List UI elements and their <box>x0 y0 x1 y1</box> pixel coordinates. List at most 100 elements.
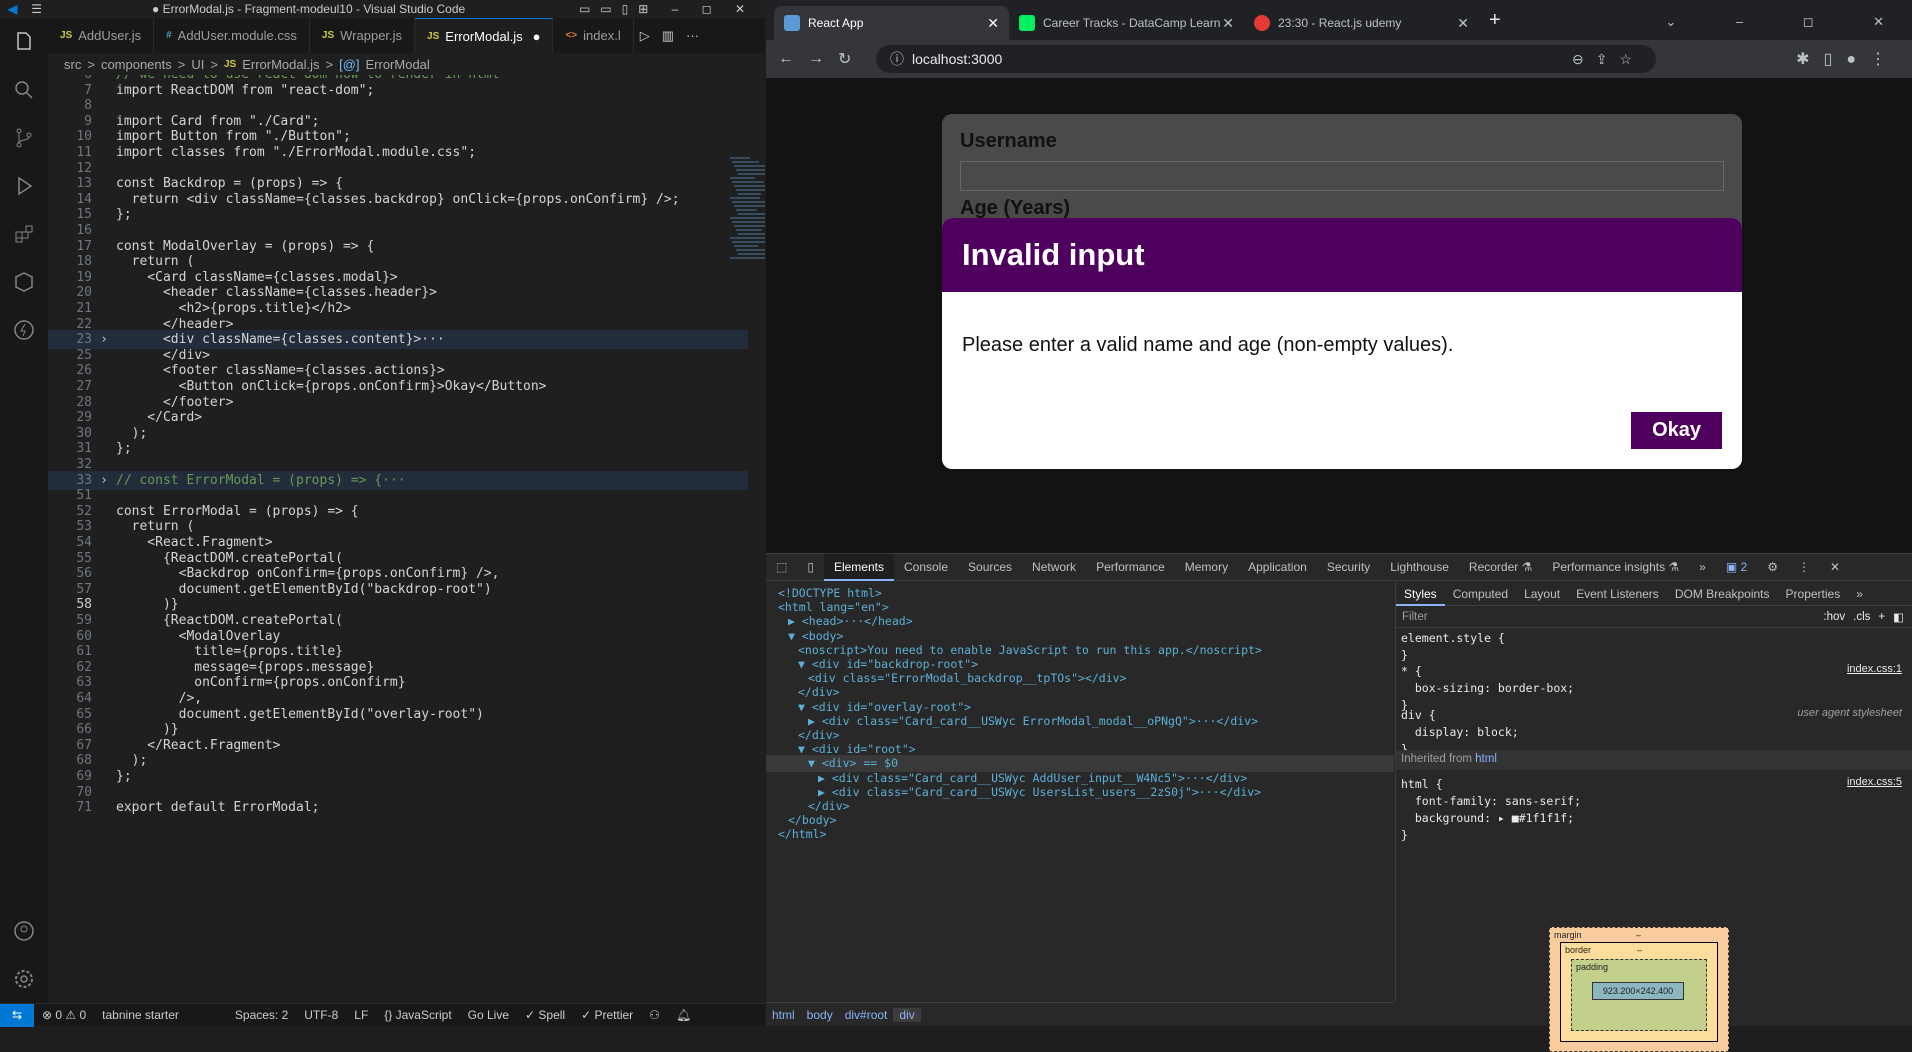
breadcrumb-item[interactable]: ErrorModal.js <box>242 57 319 72</box>
settings-gear-icon[interactable] <box>0 955 48 1003</box>
encoding-status[interactable]: UTF-8 <box>296 1008 346 1022</box>
crumb-item[interactable]: div#root <box>839 1008 894 1022</box>
notifications-bell-icon[interactable]: 🔔︎ <box>668 1008 699 1022</box>
minimap[interactable] <box>728 157 765 267</box>
tab-styles[interactable]: Styles <box>1396 582 1445 606</box>
thunder-client-icon[interactable] <box>0 306 48 354</box>
crumb-item[interactable]: body <box>801 1008 839 1022</box>
tab-recorder[interactable]: Recorder ⚗ <box>1459 560 1542 574</box>
code-line[interactable]: 71 export default ErrorModal; <box>48 798 748 817</box>
go-live-button[interactable]: Go Live <box>460 1008 517 1022</box>
tab-lighthouse[interactable]: Lighthouse <box>1380 560 1459 574</box>
browser-tab-react-app[interactable]: React App ✕ <box>774 6 1009 40</box>
breadcrumb-item[interactable]: UI <box>191 57 204 72</box>
remote-indicator-icon[interactable]: ⇆ <box>0 1003 34 1027</box>
tabnine-status[interactable]: tabnine starter <box>94 1008 187 1022</box>
extensions-profile-menu-icon[interactable]: ✱▯●⋮ <box>1796 49 1900 69</box>
element-style-rule[interactable]: element.style { } <box>1401 630 1505 664</box>
close-tab-icon[interactable]: ✕ <box>987 15 999 32</box>
okay-button[interactable]: Okay <box>1631 412 1722 449</box>
content-size[interactable]: 923.200×242.400 <box>1592 982 1684 1000</box>
cls-toggle[interactable]: .cls <box>1853 611 1870 623</box>
more-actions-icon[interactable]: ··· <box>686 28 699 43</box>
remote-explorer-icon[interactable] <box>0 258 48 306</box>
reload-icon[interactable]: ↻ <box>838 49 851 69</box>
tab-dom-breakpoints[interactable]: DOM Breakpoints <box>1667 587 1778 601</box>
forward-icon[interactable]: → <box>808 50 824 68</box>
inspect-element-icon[interactable]: ⬚ <box>766 560 797 574</box>
eol-status[interactable]: LF <box>346 1008 376 1022</box>
run-icon[interactable]: ▷ <box>640 28 650 44</box>
tab-elements[interactable]: Elements <box>823 553 894 581</box>
username-input[interactable] <box>960 161 1724 191</box>
crumb-item-selected[interactable]: div <box>893 1007 921 1022</box>
window-controls[interactable]: ⌄ – ◻ ✕ <box>1665 14 1912 30</box>
back-icon[interactable]: ← <box>778 50 794 68</box>
hov-toggle[interactable]: :hov <box>1823 611 1845 623</box>
prettier-status[interactable]: ✓ Prettier <box>573 1008 641 1022</box>
close-tab-icon[interactable]: ✕ <box>1222 15 1234 32</box>
explorer-icon[interactable] <box>0 18 48 66</box>
close-devtools-icon[interactable]: ✕ <box>1820 560 1850 574</box>
html-rule[interactable]: html { font-family: sans-serif; backgrou… <box>1401 776 1581 844</box>
tab-computed[interactable]: Computed <box>1445 587 1516 601</box>
unsaved-dot-icon[interactable]: ● <box>533 29 541 44</box>
tab-layout[interactable]: Layout <box>1516 587 1568 601</box>
tab-performance-insights[interactable]: Performance insights ⚗ <box>1542 560 1689 574</box>
dom-node[interactable]: </html> <box>766 826 1394 843</box>
site-info-icon[interactable]: ⓘ <box>890 49 904 69</box>
browser-tab-udemy[interactable]: 23:30 - React.js udemy ✕ <box>1244 6 1479 40</box>
tab-console[interactable]: Console <box>894 560 958 574</box>
problems-indicator[interactable]: ⊗ 0 ⚠ 0 <box>34 1008 94 1022</box>
browser-tab-datacamp[interactable]: Career Tracks - DataCamp Learn ✕ <box>1009 6 1244 40</box>
rule-source-link[interactable]: index.css:1 <box>1847 663 1902 675</box>
tab-adduser-css[interactable]: # AddUser.module.css <box>154 18 310 53</box>
account-icon[interactable]: ⚇ <box>641 1008 668 1022</box>
tab-index-html[interactable]: <> index.l <box>553 18 634 53</box>
device-toolbar-icon[interactable]: ▯ <box>797 560 824 574</box>
issues-badge[interactable]: ▣ 2 <box>1716 560 1757 574</box>
omnibox-actions-icon[interactable]: ⊖⇪☆ <box>1572 51 1644 68</box>
inherited-element-link[interactable]: html <box>1475 753 1497 765</box>
indentation-status[interactable]: Spaces: 2 <box>227 1008 296 1022</box>
toggle-sidebar-icon[interactable]: ◧ <box>1893 610 1904 624</box>
devtools-menu-icon[interactable]: ⋮ <box>1788 560 1820 574</box>
spell-status[interactable]: ✓ Spell <box>517 1008 573 1022</box>
tab-memory[interactable]: Memory <box>1175 560 1238 574</box>
tab-errormodal-js[interactable]: JS ErrorModal.js ● <box>415 18 554 53</box>
more-tabs-icon[interactable]: » <box>1848 587 1871 601</box>
breadcrumb-item[interactable]: ErrorModal <box>366 57 430 72</box>
tab-event-listeners[interactable]: Event Listeners <box>1568 587 1667 601</box>
source-control-icon[interactable] <box>0 114 48 162</box>
rule-source-link[interactable]: index.css:5 <box>1847 776 1902 788</box>
new-style-rule-icon[interactable]: + <box>1878 611 1885 623</box>
search-icon[interactable] <box>0 66 48 114</box>
language-mode[interactable]: {} JavaScript <box>376 1008 459 1022</box>
dom-node-text: ▼ <div id="overlay-root"> <box>798 699 972 714</box>
elements-tree[interactable]: <!DOCTYPE html> <html lang="en"> ▶ <head>·… <box>766 582 1394 1002</box>
tab-wrapper-js[interactable]: JS Wrapper.js <box>310 18 416 53</box>
tab-adduser-js[interactable]: JS AddUser.js <box>48 18 155 53</box>
more-tabs-icon[interactable]: » <box>1689 560 1716 574</box>
new-tab-icon[interactable]: + <box>1489 9 1501 32</box>
extensions-icon[interactable] <box>0 210 48 258</box>
crumb-item[interactable]: html <box>766 1008 801 1022</box>
tab-application[interactable]: Application <box>1238 560 1317 574</box>
close-tab-icon[interactable]: ✕ <box>1457 15 1469 32</box>
split-editor-icon[interactable]: ▥ <box>662 28 674 44</box>
window-controls[interactable]: ▭▭▯⊞ – ◻ ✕ <box>579 2 755 16</box>
run-debug-icon[interactable] <box>0 162 48 210</box>
tab-properties[interactable]: Properties <box>1778 587 1849 601</box>
account-icon[interactable] <box>0 907 48 955</box>
devtools-settings-icon[interactable]: ⚙ <box>1757 560 1788 574</box>
styles-filter-input[interactable]: Filter <box>1402 611 1428 623</box>
breadcrumb-item[interactable]: src <box>64 57 81 72</box>
tab-security[interactable]: Security <box>1317 560 1380 574</box>
menu-icon[interactable]: ☰ <box>31 2 42 16</box>
breadcrumb-item[interactable]: components <box>101 57 172 72</box>
address-bar[interactable]: ⓘ localhost:3000 ⊖⇪☆ <box>876 45 1656 73</box>
tab-sources[interactable]: Sources <box>958 560 1022 574</box>
code-editor[interactable]: 6// we need to use react dom now to rend… <box>48 75 765 1003</box>
tab-performance[interactable]: Performance <box>1086 560 1175 574</box>
tab-network[interactable]: Network <box>1022 560 1086 574</box>
